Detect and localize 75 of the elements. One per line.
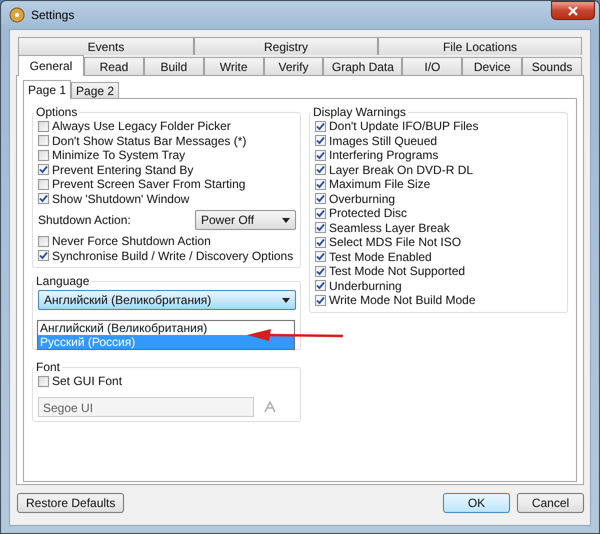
checkbox-label: Minimize To System Tray: [52, 148, 186, 162]
checkbox-label: Don't Update IFO/BUP Files: [329, 119, 478, 134]
checkbox-label: Images Still Queued: [329, 134, 438, 148]
dropdown-arrow-icon: [282, 298, 290, 302]
checkbox[interactable]: [315, 251, 326, 262]
checkbox-label: Set GUI Font: [52, 374, 122, 388]
checkbox-label: Never Force Shutdown Action: [52, 234, 211, 248]
checkbox[interactable]: [38, 164, 49, 176]
checkbox[interactable]: [315, 178, 326, 190]
tab[interactable]: Registry: [194, 37, 378, 55]
checkbox[interactable]: [38, 236, 49, 247]
group-title: Options: [35, 105, 78, 119]
page-tab[interactable]: Page 1: [23, 80, 72, 99]
checkbox[interactable]: [315, 193, 326, 204]
dialog-button[interactable]: Restore Defaults: [17, 493, 124, 513]
checkbox-label: Layer Break On DVD-R DL: [329, 162, 474, 177]
checkbox[interactable]: [315, 222, 326, 234]
checkbox-label: Interfering Programs: [329, 148, 438, 162]
tab[interactable]: Graph Data: [323, 57, 402, 75]
checkbox-label: Synchronise Build / Write / Discovery Options: [52, 248, 294, 263]
dropdown-arrow-icon: [282, 218, 290, 222]
dialog-button[interactable]: OK: [443, 493, 510, 513]
tab[interactable]: Verify: [264, 57, 324, 75]
tab[interactable]: File Locations: [378, 37, 582, 55]
language-dropdown[interactable]: Английский (Великобритания): [38, 290, 296, 310]
group-title: Display Warnings: [312, 105, 407, 119]
checkbox[interactable]: [38, 120, 49, 132]
group-title: Font: [35, 360, 62, 374]
checkbox[interactable]: [38, 376, 49, 387]
checkbox-label: Test Mode Enabled: [329, 250, 432, 264]
checkbox-label: Show 'Shutdown' Window: [52, 192, 190, 206]
close-icon: [568, 6, 578, 16]
tab[interactable]: Read: [84, 57, 144, 75]
dialog-button[interactable]: Cancel: [517, 493, 584, 513]
checkbox-label: Prevent Screen Saver From Starting: [52, 177, 246, 192]
field-label: Shutdown Action:: [38, 213, 131, 227]
tab[interactable]: I/O: [402, 57, 462, 75]
checkbox-label: Maximum File Size: [329, 177, 430, 192]
disc-icon: [9, 7, 25, 23]
dropdown[interactable]: Power Off: [195, 210, 296, 230]
checkbox[interactable]: [38, 150, 49, 161]
checkbox-label: Select MDS File Not ISO: [329, 235, 462, 250]
checkbox-label: Seamless Layer Break: [329, 220, 450, 235]
tab[interactable]: Sounds: [522, 57, 582, 75]
checkbox-label: Always Use Legacy Folder Picker: [52, 119, 231, 134]
window-title: Settings: [31, 8, 74, 22]
checkbox[interactable]: [315, 150, 326, 161]
checkbox[interactable]: [38, 135, 49, 146]
checkbox[interactable]: [315, 120, 326, 132]
close-button[interactable]: [551, 1, 595, 20]
checkbox[interactable]: [315, 294, 326, 306]
tab[interactable]: Events: [18, 37, 194, 55]
checkbox[interactable]: [315, 280, 326, 292]
checkbox[interactable]: [315, 164, 326, 176]
checkbox[interactable]: [315, 266, 326, 277]
tab[interactable]: Device: [462, 57, 522, 75]
checkbox-label: Write Mode Not Build Mode: [329, 293, 476, 308]
tab[interactable]: Build: [144, 57, 204, 75]
checkbox-label: Underburning: [329, 278, 402, 293]
checkbox[interactable]: [315, 208, 326, 219]
checkbox-label: Don't Show Status Bar Messages (*): [52, 134, 246, 148]
checkbox[interactable]: [38, 178, 49, 190]
checkbox[interactable]: [38, 193, 49, 204]
checkbox-label: Test Mode Not Supported: [329, 264, 466, 278]
tab[interactable]: Write: [204, 57, 264, 75]
group-title: Language: [35, 274, 90, 288]
checkbox-label: Overburning: [329, 192, 396, 206]
checkbox-label: Protected Disc: [329, 206, 408, 220]
checkbox[interactable]: [315, 135, 326, 146]
dropdown-option[interactable]: Английский (Великобритания): [38, 321, 294, 335]
checkbox[interactable]: [38, 250, 49, 262]
tab[interactable]: General: [18, 55, 84, 76]
checkbox-label: Prevent Entering Stand By: [52, 162, 194, 177]
page-tab[interactable]: Page 2: [71, 82, 120, 98]
checkbox[interactable]: [315, 236, 326, 248]
